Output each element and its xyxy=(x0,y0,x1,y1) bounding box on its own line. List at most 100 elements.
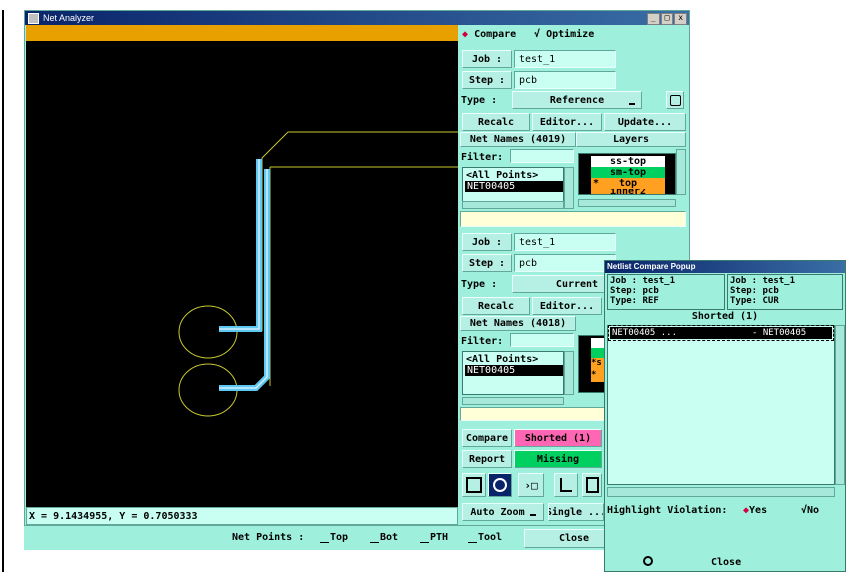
mode-compare-radio[interactable]: ◆ Compare xyxy=(462,29,516,40)
cur-job-field[interactable]: test_1 xyxy=(514,233,616,251)
auto-zoom-label: Auto Zoom xyxy=(470,506,525,518)
maximize-icon[interactable]: □ xyxy=(660,13,674,25)
popup-list-vscroll[interactable] xyxy=(835,325,845,485)
toggle-tool[interactable]: Tool xyxy=(468,532,502,543)
missing-button[interactable]: Missing xyxy=(514,450,602,468)
cur-recalc-button[interactable]: Recalc xyxy=(462,297,530,315)
graphics-canvas[interactable] xyxy=(26,41,458,507)
popup-title-bar[interactable]: Netlist Compare Popup xyxy=(605,261,845,273)
ref-job-label: Job : xyxy=(462,50,512,68)
page-button[interactable] xyxy=(582,473,602,497)
mode-optimize-radio[interactable]: √ Optimize xyxy=(534,29,594,40)
arrow-into-box-icon: ›□ xyxy=(524,478,538,492)
window-controls: _ □ x xyxy=(647,13,688,25)
fit-view-button[interactable] xyxy=(488,473,512,497)
ref-layers-header[interactable]: Layers xyxy=(576,132,686,147)
popup-cur-info: Job : test_1 Step: pcb Type: CUR xyxy=(727,274,843,310)
ref-net-list-vscroll[interactable] xyxy=(564,167,574,209)
shorted-button[interactable]: Shorted (1) xyxy=(514,429,602,447)
list-item[interactable]: NET00405 xyxy=(465,181,563,192)
next-button[interactable]: ›□ xyxy=(518,473,544,497)
list-item[interactable]: <All Points> xyxy=(463,352,563,365)
ref-layer-vscroll[interactable] xyxy=(676,149,686,195)
help-icon[interactable] xyxy=(643,556,653,566)
cur-net-names-header[interactable]: Net Names (4018) xyxy=(460,316,576,331)
layer-item-top[interactable]: * top xyxy=(591,178,665,189)
left-frame-line xyxy=(2,10,4,572)
ref-message-bar xyxy=(460,211,686,227)
layer-item-sm-top[interactable]: sm-top xyxy=(591,167,665,178)
ref-filter-input[interactable] xyxy=(510,149,574,163)
probe-button[interactable] xyxy=(554,473,578,497)
ref-recalc-button[interactable]: Recalc xyxy=(462,113,530,131)
ref-step-field[interactable]: pcb xyxy=(514,71,616,89)
ref-update-button[interactable]: Update... xyxy=(604,113,686,131)
target-icon xyxy=(493,478,507,492)
layer-item-ss-top[interactable]: ss-top xyxy=(591,156,665,167)
main-title-bar[interactable]: Net Analyzer xyxy=(25,11,689,25)
toggle-bot[interactable]: Bot xyxy=(370,532,398,543)
cur-net-list-vscroll[interactable] xyxy=(564,351,574,395)
checkbox-off-icon xyxy=(420,542,429,543)
ref-net-names-header[interactable]: Net Names (4019) xyxy=(460,132,576,147)
pcb-drawing xyxy=(178,131,458,417)
compare-button[interactable]: Compare xyxy=(462,429,512,447)
dropdown-icon xyxy=(529,514,536,516)
cur-editor-button[interactable]: Editor... xyxy=(532,297,602,315)
cur-net-list[interactable]: <All Points> NET00405 xyxy=(462,351,564,395)
toggle-tool-label: Tool xyxy=(478,532,503,543)
ref-job-field[interactable]: test_1 xyxy=(514,50,616,68)
active-layer-mark: * xyxy=(593,178,600,189)
layer-item-inner2[interactable]: inner2 xyxy=(591,189,665,194)
list-item[interactable]: NET00405 xyxy=(465,365,563,376)
graphics-status-bar xyxy=(26,25,458,41)
popup-list-hscroll[interactable] xyxy=(607,487,835,497)
minimize-icon[interactable]: _ xyxy=(647,13,660,25)
list-item[interactable]: <All Points> xyxy=(463,168,563,181)
popup-violation-list[interactable]: NET00405 ... - NET00405 xyxy=(607,325,835,485)
toggle-pth[interactable]: PTH xyxy=(420,532,448,543)
auto-zoom-dropdown[interactable]: Auto Zoom xyxy=(462,503,544,521)
checkbox-off-icon xyxy=(370,542,379,543)
toggle-bot-label: Bot xyxy=(380,532,399,543)
toggle-top[interactable]: Top xyxy=(320,532,348,543)
checkbox-off-icon xyxy=(468,542,477,543)
ref-net-list-hscroll[interactable] xyxy=(462,201,564,209)
highlight-violation-label: Highlight Violation: xyxy=(607,505,728,516)
highlight-no-radio[interactable]: √No xyxy=(801,505,819,516)
cur-message-bar xyxy=(460,407,606,421)
close-icon[interactable]: x xyxy=(674,13,688,25)
page-icon xyxy=(585,477,599,493)
popup-ref-info: Job : test_1 Step: pcb Type: REF xyxy=(607,274,725,310)
cur-filter-label: Filter: xyxy=(461,336,504,347)
single-dropdown[interactable]: Single ... xyxy=(548,503,604,521)
netlist-compare-popup: Netlist Compare Popup Job : test_1 Step:… xyxy=(604,260,846,572)
coordinate-readout: X = 9.1434955, Y = 0.7050333 xyxy=(26,507,458,525)
popup-cur-step: Step: pcb xyxy=(730,286,779,296)
ref-layer-list[interactable]: ss-top sm-top * top inner2 xyxy=(578,153,676,195)
dropdown-icon xyxy=(629,103,635,105)
ref-editor-button[interactable]: Editor... xyxy=(532,113,602,131)
table-row[interactable]: NET00405 ... - NET00405 xyxy=(608,325,834,341)
toggle-top-label: Top xyxy=(330,532,349,543)
highlight-yes-radio[interactable]: ◆Yes xyxy=(743,505,767,516)
app-icon xyxy=(28,12,39,24)
home-view-button[interactable] xyxy=(462,473,486,497)
report-button[interactable]: Report xyxy=(462,450,512,468)
ref-step-label: Step : xyxy=(462,71,512,89)
popup-footer: Close xyxy=(605,553,845,571)
cur-type-label: Type : xyxy=(461,279,498,290)
ref-layer-hscroll[interactable] xyxy=(578,199,676,207)
cur-step-field[interactable]: pcb xyxy=(514,254,616,272)
ref-type-label: Type : xyxy=(461,95,498,106)
net-points-label: Net Points : xyxy=(232,532,305,543)
cur-filter-input[interactable] xyxy=(510,333,574,347)
ref-type-dropdown[interactable]: Reference xyxy=(512,91,642,109)
magnifier-button[interactable] xyxy=(666,91,684,109)
popup-close-button[interactable]: Close xyxy=(711,557,741,568)
popup-ref-step: Step: pcb xyxy=(610,286,659,296)
popup-ref-job: Job : test_1 xyxy=(610,276,676,286)
checkbox-off-icon xyxy=(320,542,329,543)
cur-net-list-hscroll[interactable] xyxy=(462,397,564,405)
probe-icon xyxy=(560,478,572,492)
